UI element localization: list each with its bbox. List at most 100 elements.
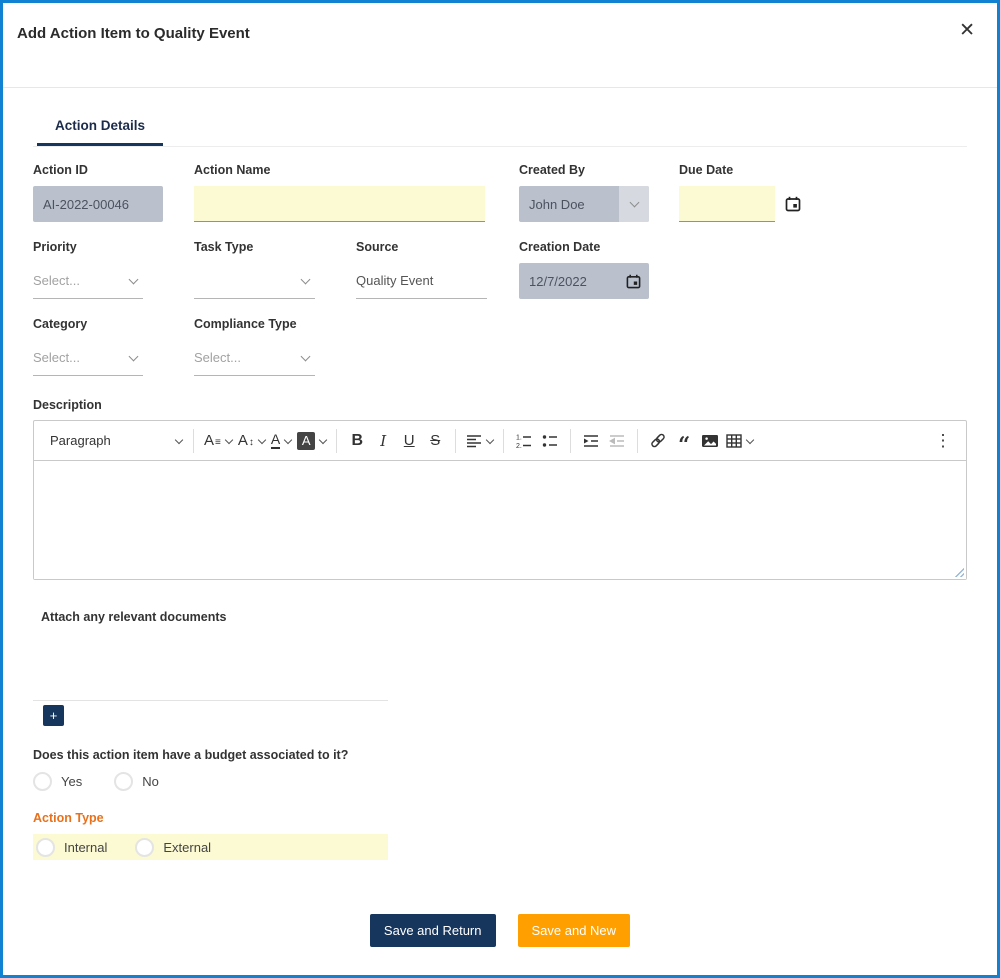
svg-text:2.: 2.: [516, 443, 522, 449]
calendar-icon[interactable]: [785, 196, 801, 212]
italic-icon[interactable]: I: [370, 426, 396, 456]
chevron-down-icon: [485, 435, 495, 444]
action-name-input[interactable]: [194, 186, 485, 222]
action-type-external-label: External: [163, 839, 212, 855]
align-left-icon[interactable]: [463, 426, 496, 456]
font-size-icon[interactable]: A↕: [235, 426, 268, 456]
modal-header: Add Action Item to Quality Event ✕: [3, 3, 997, 88]
compliance-type-select[interactable]: Select...: [194, 340, 315, 376]
toolbar-divider: [193, 428, 194, 453]
outdent-icon[interactable]: [604, 426, 630, 456]
chevron-down-icon: [128, 274, 139, 284]
link-icon[interactable]: [645, 426, 671, 456]
add-attachment-button[interactable]: +: [43, 705, 64, 726]
save-and-return-button[interactable]: Save and Return: [369, 914, 496, 947]
created-by-label: Created By: [519, 163, 585, 177]
field-compliance-type: Compliance Type Select...: [194, 317, 967, 376]
action-type-radio-group: Internal External: [33, 834, 388, 860]
attachments-drop-area[interactable]: [33, 624, 388, 701]
toolbar-overflow-icon[interactable]: ⋮: [930, 426, 956, 456]
indent-icon[interactable]: [578, 426, 604, 456]
action-type-internal-option[interactable]: Internal: [36, 837, 108, 857]
form-row-3: Category Select... Compliance Type Selec…: [33, 317, 967, 376]
field-creation-date: Creation Date 12/7/2022: [519, 240, 967, 299]
editor-toolbar: Paragraph A≡ A↕ A A B I U S 1. 2. “ ⋮: [34, 421, 966, 461]
toolbar-divider: [336, 428, 338, 453]
paragraph-style-value: Paragraph: [50, 433, 111, 448]
action-type-internal-label: Internal: [64, 839, 108, 855]
description-label: Description: [33, 398, 102, 412]
add-action-item-modal: Add Action Item to Quality Event ✕ Actio…: [0, 0, 1000, 978]
action-id-value: AI-2022-00046: [43, 196, 130, 212]
source-label: Source: [356, 240, 399, 254]
toolbar-divider: [637, 428, 639, 453]
task-type-select[interactable]: [194, 263, 315, 299]
chevron-down-icon: [224, 435, 234, 444]
font-color-icon[interactable]: A: [268, 426, 294, 456]
description-textarea[interactable]: [34, 461, 966, 579]
form-row-2: Priority Select... Task Type Source Qual…: [33, 240, 967, 299]
category-label: Category: [33, 317, 88, 331]
field-created-by: Created By John Doe: [519, 163, 679, 222]
budget-no-label: No: [142, 774, 159, 789]
action-type-external-option[interactable]: External: [135, 837, 212, 857]
tab-action-details[interactable]: Action Details: [37, 112, 164, 146]
close-icon[interactable]: ✕: [955, 15, 979, 46]
numbered-list-icon[interactable]: 1. 2.: [511, 426, 537, 456]
save-and-new-button[interactable]: Save and New: [517, 914, 631, 947]
radio-icon[interactable]: [33, 772, 52, 791]
source-text: Quality Event: [356, 273, 434, 288]
priority-placeholder: Select...: [33, 273, 80, 288]
budget-no-option[interactable]: No: [114, 772, 159, 791]
paragraph-style-dropdown[interactable]: Paragraph: [48, 426, 186, 456]
creation-date-label: Creation Date: [519, 240, 601, 254]
attachments-label: Attach any relevant documents: [41, 610, 227, 624]
description-editor: Paragraph A≡ A↕ A A B I U S 1. 2. “ ⋮: [33, 420, 967, 580]
strikethrough-icon[interactable]: S: [422, 426, 448, 456]
budget-question-label: Does this action item have a budget asso…: [33, 748, 349, 762]
field-due-date: Due Date: [679, 163, 967, 222]
modal-body: Action Details Action ID AI-2022-00046 A…: [3, 112, 997, 947]
radio-icon[interactable]: [114, 772, 134, 791]
form-row-1: Action ID AI-2022-00046 Action Name Crea…: [33, 163, 967, 222]
insert-table-icon[interactable]: [723, 426, 756, 456]
action-id-label: Action ID: [33, 163, 88, 177]
calendar-icon: [626, 274, 641, 289]
priority-select[interactable]: Select...: [33, 263, 143, 299]
creation-date-input: 12/7/2022: [519, 263, 649, 299]
chevron-down-icon: [174, 435, 184, 444]
source-value: Quality Event: [356, 263, 487, 299]
creation-date-value: 12/7/2022: [529, 273, 587, 289]
bullet-list-icon[interactable]: [537, 426, 563, 456]
category-placeholder: Select...: [33, 350, 80, 365]
field-action-name: Action Name: [194, 163, 519, 222]
toolbar-divider: [455, 428, 457, 453]
bold-icon[interactable]: B: [344, 426, 370, 456]
underline-icon[interactable]: U: [396, 426, 422, 456]
due-date-input[interactable]: [679, 186, 775, 222]
field-priority: Priority Select...: [33, 240, 194, 299]
compliance-type-label: Compliance Type: [194, 317, 297, 331]
block-quote-icon[interactable]: “: [671, 430, 697, 460]
chevron-down-icon: [128, 351, 139, 361]
modal-title: Add Action Item to Quality Event: [17, 25, 250, 42]
font-family-icon[interactable]: A≡: [201, 426, 235, 456]
plus-icon: +: [49, 708, 58, 723]
background-color-icon[interactable]: A: [294, 426, 329, 456]
chevron-down-icon: [257, 435, 267, 444]
chevron-down-icon: [300, 351, 311, 361]
chevron-down-icon: [318, 435, 328, 444]
radio-icon[interactable]: [135, 837, 155, 857]
toolbar-divider: [503, 428, 505, 453]
category-select[interactable]: Select...: [33, 340, 143, 376]
radio-icon[interactable]: [36, 837, 55, 857]
created-by-value: John Doe: [529, 196, 585, 212]
tab-bar: Action Details: [33, 112, 967, 147]
field-category: Category Select...: [33, 317, 194, 376]
due-date-label: Due Date: [679, 163, 734, 177]
priority-label: Priority: [33, 240, 77, 254]
image-icon[interactable]: [697, 426, 723, 456]
budget-yes-option[interactable]: Yes: [33, 772, 82, 791]
chevron-down-icon: [619, 186, 649, 222]
resize-handle-icon[interactable]: [953, 566, 964, 577]
